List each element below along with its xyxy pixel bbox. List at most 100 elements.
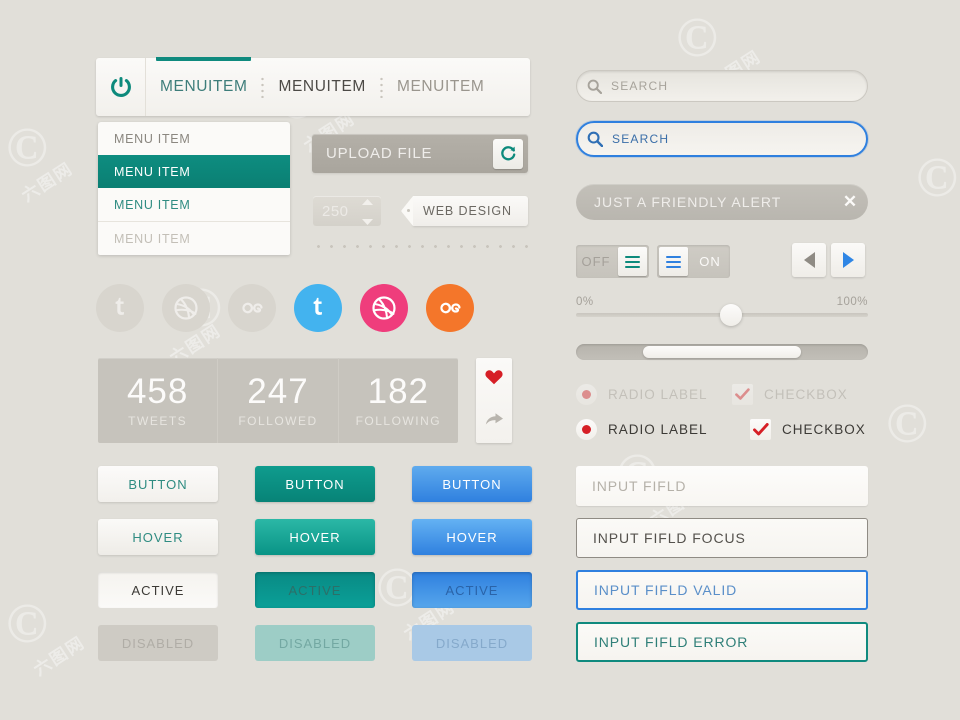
- lastfm-icon[interactable]: [228, 284, 276, 332]
- button-grid: BUTTON BUTTON BUTTON HOVER HOVER HOVER A…: [98, 466, 536, 661]
- button-label: HOVER: [132, 529, 184, 545]
- range-slider[interactable]: 0% 100%: [576, 296, 868, 326]
- arrow-right-icon[interactable]: [831, 243, 865, 277]
- radio-active[interactable]: RADIO LABEL: [576, 419, 708, 440]
- caret-up-icon[interactable]: [362, 192, 373, 210]
- watermark-circle: ©: [916, 147, 958, 209]
- menu-item-2[interactable]: MENU ITEM: [98, 188, 290, 222]
- menu-item-1[interactable]: MENU ITEM: [98, 155, 290, 188]
- dribbble-icon[interactable]: [360, 284, 408, 332]
- lastfm-icon[interactable]: [426, 284, 474, 332]
- button-white-default[interactable]: BUTTON: [98, 466, 218, 502]
- twitter-icon[interactable]: [96, 284, 144, 332]
- button-blue-active[interactable]: ACTIVE: [412, 572, 532, 608]
- nav-item-list: MENUITEM MENUITEM MENUITEM: [146, 57, 530, 116]
- handle-line: [666, 265, 681, 268]
- input-field-error[interactable]: INPUT FIFLD ERROR: [576, 622, 868, 662]
- button-teal-hover[interactable]: HOVER: [255, 519, 375, 555]
- input-field-focus[interactable]: INPUT FIFLD FOCUS: [576, 518, 868, 558]
- radio-indicator: [576, 384, 597, 405]
- button-blue-default[interactable]: BUTTON: [412, 466, 532, 502]
- stat-label: TWEETS: [128, 413, 188, 428]
- button-label: DISABLED: [121, 635, 195, 651]
- search-input-value: SEARCH: [611, 79, 669, 93]
- checkbox-indicator: [732, 384, 753, 405]
- dropdown-menu: MENU ITEM MENU ITEM MENU ITEM MENU ITEM: [98, 122, 290, 255]
- button-teal-active[interactable]: ACTIVE: [255, 572, 375, 608]
- handle-line: [625, 255, 640, 258]
- button-label: ACTIVE: [445, 582, 499, 598]
- button-teal-default[interactable]: BUTTON: [255, 466, 375, 502]
- search-input-focused[interactable]: SEARCH: [576, 121, 868, 157]
- alert-banner: JUST A FRIENDLY ALERT ✕: [576, 184, 868, 220]
- slider-min-label: 0%: [576, 296, 594, 308]
- upload-file-bar[interactable]: UPLOAD FILE: [312, 134, 528, 173]
- stat-tweets: 458 TWEETS: [98, 358, 219, 443]
- radio-indicator[interactable]: [576, 419, 597, 440]
- button-white-hover[interactable]: HOVER: [98, 519, 218, 555]
- radio-label: RADIO LABEL: [608, 422, 708, 437]
- search-input[interactable]: SEARCH: [576, 70, 868, 102]
- input-field-valid[interactable]: INPUT FIFLD VALID: [576, 570, 868, 610]
- menu-item-0[interactable]: MENU ITEM: [98, 122, 290, 155]
- tag-label: WEB DESIGN: [413, 196, 528, 226]
- arrow-left-icon[interactable]: [792, 243, 826, 277]
- button-blue-hover[interactable]: HOVER: [412, 519, 532, 555]
- stepper-arrows: [362, 192, 381, 230]
- nav-item-2[interactable]: MENUITEM: [383, 58, 498, 116]
- stepper-value: 250: [322, 202, 349, 220]
- watermark-text: 六图网: [18, 158, 77, 206]
- search-input-value: SEARCH: [612, 132, 670, 146]
- button-label: DISABLED: [278, 635, 352, 651]
- nav-item-0[interactable]: MENUITEM: [146, 57, 261, 116]
- slider-track[interactable]: [576, 304, 868, 326]
- checkbox-active[interactable]: CHECKBOX: [750, 419, 866, 440]
- number-stepper[interactable]: 250: [313, 196, 381, 226]
- watermark-circle: ©: [676, 7, 718, 69]
- tag-chip[interactable]: WEB DESIGN: [401, 196, 528, 226]
- stat-following: 182 FOLLOWING: [339, 358, 458, 443]
- dribbble-icon[interactable]: [162, 284, 210, 332]
- upload-file-label: UPLOAD FILE: [326, 145, 433, 162]
- search-icon: [578, 131, 612, 147]
- nav-item-1[interactable]: MENUITEM: [264, 58, 379, 116]
- handle-line: [666, 260, 681, 263]
- button-label: DISABLED: [435, 635, 509, 651]
- scrollbar-thumb[interactable]: [643, 346, 801, 358]
- toggle-label: OFF: [581, 254, 611, 269]
- power-icon[interactable]: [96, 58, 146, 116]
- triangle-right: [842, 252, 854, 268]
- stat-number: 182: [367, 371, 430, 411]
- radio-label: RADIO LABEL: [608, 387, 708, 402]
- button-label: ACTIVE: [288, 582, 342, 598]
- button-white-disabled: DISABLED: [98, 625, 218, 661]
- caret-down-icon[interactable]: [362, 212, 373, 230]
- ui-kit-canvas: © 六图网 © 六图网 © © 六图网 © 六图网 © 六图网 © 六图网 © …: [0, 0, 960, 720]
- watermark-circle: ©: [886, 393, 928, 455]
- close-icon[interactable]: ✕: [832, 192, 868, 212]
- slider-handle[interactable]: [719, 304, 742, 326]
- menu-item-label: MENU ITEM: [114, 131, 191, 146]
- checkbox-indicator[interactable]: [750, 419, 771, 440]
- menu-item-label: MENU ITEM: [114, 231, 191, 246]
- toggle-switch-off[interactable]: OFF: [576, 245, 649, 278]
- checkbox-label: CHECKBOX: [764, 387, 848, 402]
- input-field-default[interactable]: INPUT FIFLD: [576, 466, 868, 506]
- scrollbar-track[interactable]: [576, 344, 868, 360]
- handle-line: [666, 255, 681, 258]
- share-arrow-icon[interactable]: [484, 411, 504, 432]
- watermark-text: 六图网: [30, 632, 89, 680]
- toggle-handle[interactable]: [659, 247, 688, 276]
- toggle-switch-on[interactable]: ON: [657, 245, 730, 278]
- twitter-icon[interactable]: [294, 284, 342, 332]
- nav-item-label: MENUITEM: [160, 78, 248, 95]
- toggle-handle[interactable]: [618, 247, 647, 276]
- button-white-active[interactable]: ACTIVE: [98, 572, 218, 608]
- stat-label: FOLLOWED: [238, 413, 318, 428]
- radio-dot: [582, 390, 591, 399]
- heart-icon[interactable]: [485, 369, 503, 390]
- nav-item-label: MENUITEM: [396, 78, 485, 95]
- stat-label: FOLLOWING: [355, 413, 442, 428]
- button-label: BUTTON: [442, 476, 502, 492]
- refresh-icon[interactable]: [493, 138, 523, 169]
